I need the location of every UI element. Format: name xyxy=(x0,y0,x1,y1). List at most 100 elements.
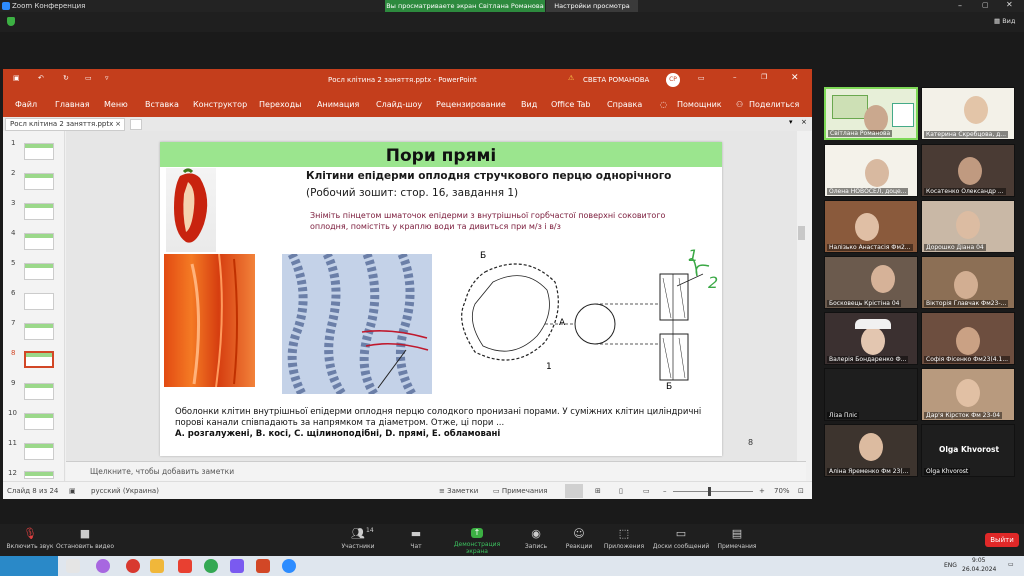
close-icon[interactable]: ✕ xyxy=(1006,0,1013,9)
menu-assistant[interactable]: Помощник xyxy=(677,100,722,109)
participant-tile[interactable]: Софія Фісенко Фм23(4.1... xyxy=(921,312,1015,365)
file-explorer-icon[interactable] xyxy=(150,559,164,573)
menu-file[interactable]: Файл xyxy=(15,100,37,109)
mute-button[interactable]: 🎙︎ Включить звук xyxy=(0,528,60,551)
start-button[interactable] xyxy=(0,556,58,576)
menu-help[interactable]: Справка xyxy=(607,100,642,109)
zoom-out-icon[interactable]: – xyxy=(663,487,667,495)
participant-tile[interactable]: Босковець Крістіна 04 xyxy=(824,256,918,309)
slide-thumbnail[interactable] xyxy=(24,293,54,310)
restore-icon[interactable]: ❐ xyxy=(761,73,767,81)
undo-icon[interactable]: ↶ xyxy=(38,74,44,82)
menu-insert[interactable]: Вставка xyxy=(145,100,179,109)
slide-thumbnail[interactable] xyxy=(24,263,54,280)
yandex-icon[interactable] xyxy=(178,559,192,573)
new-tab-button[interactable] xyxy=(130,119,142,130)
opera-icon[interactable] xyxy=(126,559,140,573)
participant-tile[interactable]: Аліна Яременко Фм 23(... xyxy=(824,424,918,477)
slide-scrollbar[interactable] xyxy=(797,131,806,461)
participant-tile[interactable]: Валерія Бондаренко Ф... xyxy=(824,312,918,365)
whiteboards-button[interactable]: ▭ Доски сообщений xyxy=(649,528,713,551)
chat-button[interactable]: ▬ Чат xyxy=(386,528,446,551)
spellcheck-icon[interactable]: ▣ xyxy=(69,487,76,495)
notes-toggle[interactable]: ≡ Заметки xyxy=(439,487,478,495)
slide-thumbnail[interactable] xyxy=(24,233,54,250)
comments-toggle[interactable]: ▭ Примечания xyxy=(493,487,547,495)
slideshow-icon[interactable]: ▭ xyxy=(643,487,650,495)
minimize-icon[interactable]: – xyxy=(733,73,737,81)
slide-thumbnail[interactable] xyxy=(24,471,54,479)
participant-tile[interactable]: Olga Khvorost Olga Khvorost xyxy=(921,424,1015,477)
video-button[interactable]: ■ Остановить видео xyxy=(55,528,115,551)
menu-design[interactable]: Конструктор xyxy=(193,100,247,109)
slide-thumbnail[interactable] xyxy=(24,143,54,160)
assistant-icon[interactable] xyxy=(96,559,110,573)
zoom-level[interactable]: 70% xyxy=(774,487,790,495)
tab-dropdown-icon[interactable]: ▾ xyxy=(789,118,793,126)
participants-button[interactable]: 👥︎ Участники xyxy=(328,528,388,551)
normal-view-button[interactable] xyxy=(565,484,583,498)
slide-thumbnail[interactable] xyxy=(24,203,54,220)
menu-home[interactable]: Главная xyxy=(55,100,90,109)
participant-tile[interactable]: Олена НОВОСЕЛ, доце... xyxy=(824,144,918,197)
notifications-icon[interactable]: ▭ xyxy=(1008,561,1014,568)
zoom-slider[interactable] xyxy=(673,487,753,496)
notes-button[interactable]: ▤ Примечания xyxy=(707,528,767,551)
participant-tile[interactable]: Дар'я Кірсток Фм 23-04 xyxy=(921,368,1015,421)
menu-transitions[interactable]: Переходы xyxy=(259,100,301,109)
menu-slideshow[interactable]: Слайд-шоу xyxy=(376,100,422,109)
slide-thumbnail[interactable] xyxy=(24,173,54,190)
redo-icon[interactable]: ↻ xyxy=(63,74,69,82)
slide-thumbnail[interactable] xyxy=(24,383,54,400)
fit-slide-icon[interactable]: ⊡ xyxy=(798,487,804,495)
participant-tile[interactable]: Катерина Скребцова, д... xyxy=(921,87,1015,140)
user-avatar[interactable]: СР xyxy=(666,73,680,87)
language-indicator[interactable]: русский (Украина) xyxy=(91,487,159,495)
slide-thumbnail[interactable] xyxy=(24,413,54,430)
zoom-in-icon[interactable]: + xyxy=(759,487,765,495)
leave-button[interactable]: Выйти xyxy=(985,533,1019,547)
present-icon[interactable]: ▭ xyxy=(85,74,92,82)
document-tab[interactable]: Росл клітина 2 заняття.pptx × xyxy=(5,118,125,131)
viber-icon[interactable] xyxy=(230,559,244,573)
close-tab-icon[interactable]: × xyxy=(115,119,121,130)
save-icon[interactable]: ▣ xyxy=(13,74,20,82)
menu-menu[interactable]: Меню xyxy=(104,100,128,109)
reading-view-icon[interactable]: ▯ xyxy=(619,487,623,495)
notes-pane[interactable]: Щелкните, чтобы добавить заметки xyxy=(66,461,806,481)
menu-office-tab[interactable]: Office Tab xyxy=(551,100,590,109)
slide-thumbnail[interactable] xyxy=(24,323,54,340)
view-options-button[interactable]: Настройки просмотра xyxy=(546,0,638,12)
menu-animation[interactable]: Анимация xyxy=(317,100,359,109)
view-button[interactable]: ▦ Вид xyxy=(994,17,1015,25)
ribbon-display-icon[interactable]: ▭ xyxy=(698,74,705,82)
menu-share[interactable]: Поделиться xyxy=(749,100,799,109)
powerpoint-taskbar-icon[interactable] xyxy=(256,559,270,573)
participant-tile[interactable]: Світлана Романова xyxy=(824,87,918,140)
slide-sorter-icon[interactable]: ⊞ xyxy=(595,487,601,495)
zoom-taskbar-icon[interactable] xyxy=(282,559,296,573)
maximize-icon[interactable]: ▢ xyxy=(982,1,989,9)
close-icon[interactable]: ✕ xyxy=(791,73,799,83)
apps-button[interactable]: ⬚ Приложения xyxy=(594,528,654,551)
user-name[interactable]: СВЕТА РОМАНОВА xyxy=(583,76,649,84)
participant-tile[interactable]: Ліза Пліс xyxy=(824,368,918,421)
slide-thumbnail[interactable] xyxy=(24,443,54,460)
participant-tile[interactable]: Налізько Анастасія Фм2... xyxy=(824,200,918,253)
input-language[interactable]: ENG xyxy=(944,562,957,569)
menu-view[interactable]: Вид xyxy=(521,100,537,109)
close-all-icon[interactable]: × xyxy=(801,118,807,126)
minimize-icon[interactable]: – xyxy=(958,1,962,10)
chrome-icon[interactable] xyxy=(204,559,218,573)
slide-thumbnail-active[interactable] xyxy=(24,351,54,368)
share-screen-button[interactable]: ↑ Демонстрация экрана xyxy=(442,528,512,555)
participant-tile[interactable]: Косатенко Олександр ... xyxy=(921,144,1015,197)
clock-date[interactable]: 26.04.2024 xyxy=(962,566,996,573)
current-slide[interactable]: Пори прямі Клітини епідерми оплодня стру… xyxy=(160,142,753,456)
menu-review[interactable]: Рецензирование xyxy=(436,100,506,109)
customize-icon[interactable]: ▿ xyxy=(105,74,109,82)
clock-time[interactable]: 9:05 xyxy=(972,557,985,564)
participant-tile[interactable]: Дорошко Діана 04 xyxy=(921,200,1015,253)
shield-icon[interactable] xyxy=(7,17,15,26)
participant-tile[interactable]: Вікторія Главчак Фм23-... xyxy=(921,256,1015,309)
